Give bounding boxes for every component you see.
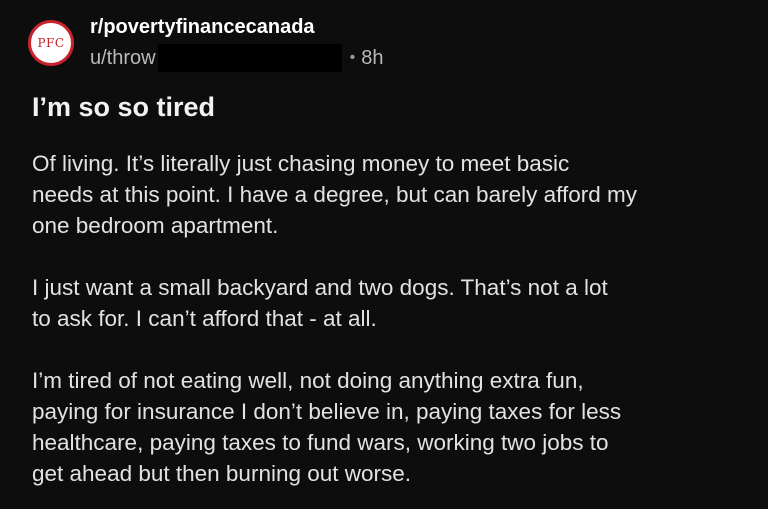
subreddit-name-link[interactable]: r/povertyfinancecanada	[90, 16, 315, 39]
paragraph-line: I just want a small backyard and two dog…	[32, 275, 608, 300]
post-body: Of living. It’s literally just chasing m…	[32, 148, 752, 509]
paragraph-line: get ahead but then burning out worse.	[32, 461, 412, 486]
post-card: PFC r/povertyfinancecanada u/throw • 8h …	[0, 0, 768, 509]
paragraph-line: paying for insurance I don’t believe in,…	[32, 399, 622, 424]
post-title: I’m so so tired	[32, 92, 216, 122]
paragraph-line: one bedroom apartment.	[32, 213, 279, 238]
post-paragraph: I’m tired of not eating well, not doing …	[32, 365, 752, 489]
post-meta: u/throw • 8h	[90, 44, 383, 72]
subreddit-avatar-label: PFC	[37, 36, 65, 50]
paragraph-line: to ask for. I can’t afford that - at all…	[32, 306, 377, 331]
paragraph-line: Of living. It’s literally just chasing m…	[32, 151, 570, 176]
paragraph-line: I’m tired of not eating well, not doing …	[32, 368, 584, 393]
paragraph-line: healthcare, paying taxes to fund wars, w…	[32, 430, 609, 455]
post-header: PFC r/povertyfinancecanada u/throw • 8h	[28, 16, 748, 72]
post-paragraph: Of living. It’s literally just chasing m…	[32, 148, 752, 241]
subreddit-avatar[interactable]: PFC	[28, 20, 74, 66]
meta-separator: •	[349, 49, 356, 66]
post-paragraph: I just want a small backyard and two dog…	[32, 272, 752, 334]
username-link[interactable]: u/throw	[90, 47, 156, 70]
paragraph-line: needs at this point. I have a degree, bu…	[32, 182, 637, 207]
post-age: 8h	[361, 46, 384, 69]
redacted-username-block	[157, 44, 342, 72]
